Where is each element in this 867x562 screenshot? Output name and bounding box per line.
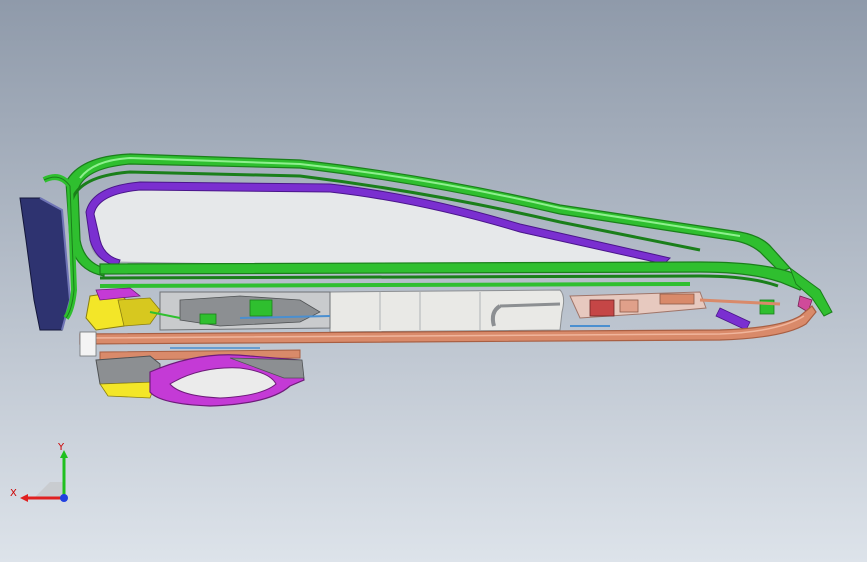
y-axis-label: Y	[57, 442, 65, 453]
mechanism-tray	[329, 289, 565, 333]
graphics-viewport[interactable]: Y X	[0, 0, 867, 562]
triad-plane	[34, 482, 64, 498]
cad-model[interactable]	[0, 0, 867, 562]
frame-bottom-rail-3	[99, 282, 691, 288]
x-axis-label: X	[10, 488, 17, 499]
x-axis-arrow	[20, 494, 28, 502]
coordinate-triad: Y X	[10, 442, 68, 502]
z-axis-dot	[60, 494, 68, 502]
roof-panel	[89, 187, 661, 266]
